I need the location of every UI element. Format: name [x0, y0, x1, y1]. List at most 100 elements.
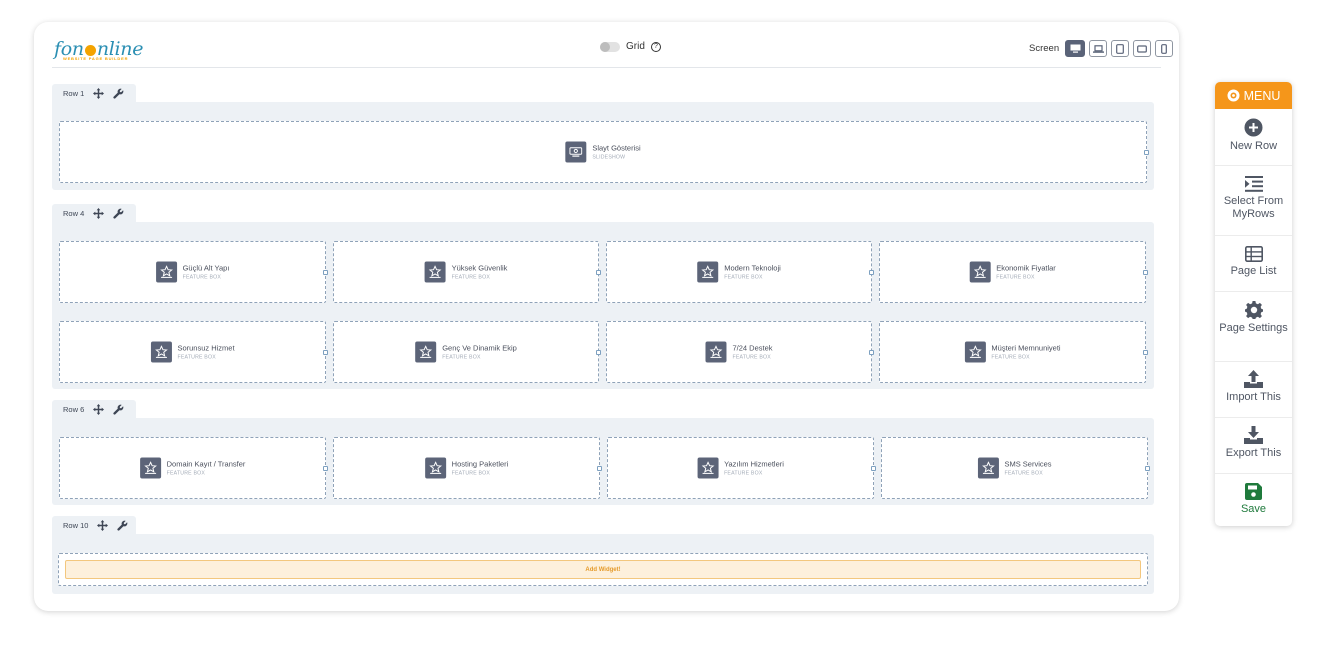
star-icon — [697, 457, 719, 479]
widget-box[interactable]: Sorunsuz Hizmet FEATURE BOX — [59, 321, 328, 383]
widget-feature-box: Hosting Paketleri FEATURE BOX — [424, 457, 509, 479]
widget-title: Sorunsuz Hizmet — [177, 343, 235, 353]
wrench-icon[interactable] — [113, 88, 124, 99]
tablet-landscape-icon[interactable] — [1133, 40, 1151, 57]
widget-type: FEATURE BOX — [182, 274, 221, 281]
widget-title: Müşteri Memnuniyeti — [991, 343, 1061, 353]
widget-slideshow: Slayt Gösterisi SLIDESHOW — [565, 141, 641, 163]
slideshow-icon — [565, 141, 587, 163]
widget-feature-box: Yüksek Güvenlik FEATURE BOX — [424, 261, 507, 283]
resize-handle[interactable] — [323, 466, 328, 471]
new-row-button[interactable]: New Row — [1215, 109, 1292, 165]
save-icon — [1245, 483, 1262, 500]
resize-handle[interactable] — [869, 270, 874, 275]
select-from-myrows-button[interactable]: Select From MyRows — [1215, 165, 1292, 235]
wrench-icon[interactable] — [113, 404, 124, 415]
resize-handle[interactable] — [323, 270, 328, 275]
screen-size-selector — [1065, 40, 1173, 57]
mobile-icon[interactable] — [1155, 40, 1173, 57]
plus-circle-icon — [1244, 118, 1263, 137]
save-button[interactable]: Save — [1215, 473, 1292, 526]
builder-toolbar: fon nline WEBSITE PAGE BUILDER Grid ? Scr… — [52, 32, 1173, 68]
widget-box[interactable]: Slayt Gösterisi SLIDESHOW — [59, 121, 1149, 183]
widget-title: Ekonomik Fiyatlar — [996, 263, 1056, 273]
page-canvas: fon nline WEBSITE PAGE BUILDER Grid ? Scr… — [0, 0, 1321, 653]
side-menu: MENU New Row Select From MyRows Page Lis… — [1215, 82, 1292, 526]
menu-item-label: Page Settings — [1219, 322, 1288, 334]
page-settings-button[interactable]: Page Settings — [1215, 291, 1292, 361]
widget-title: Genç Ve Dinamik Ekip — [442, 343, 517, 353]
wrench-icon[interactable] — [117, 520, 128, 531]
empty-column: Add Widget! — [58, 553, 1148, 586]
widget-box[interactable]: Domain Kayıt / Transfer FEATURE BOX — [59, 437, 328, 499]
wrench-icon[interactable] — [113, 208, 124, 219]
widget-box[interactable]: SMS Services FEATURE BOX — [881, 437, 1150, 499]
resize-handle[interactable] — [597, 466, 602, 471]
star-icon — [415, 341, 437, 363]
widget-box[interactable]: Ekonomik Fiyatlar FEATURE BOX — [879, 241, 1148, 303]
laptop-icon[interactable] — [1089, 40, 1107, 57]
resize-handle[interactable] — [871, 466, 876, 471]
gear-icon — [1244, 301, 1263, 319]
widget-feature-box: Modern Teknoloji FEATURE BOX — [697, 261, 781, 283]
widget-feature-box: Yazılım Hizmetleri FEATURE BOX — [697, 457, 784, 479]
star-icon — [424, 261, 446, 283]
grid-switch[interactable] — [600, 41, 620, 52]
move-icon[interactable] — [93, 207, 105, 219]
widget-type: FEATURE BOX — [177, 354, 216, 361]
resize-handle[interactable] — [596, 350, 601, 355]
widget-type: FEATURE BOX — [724, 470, 763, 477]
star-icon — [139, 457, 161, 479]
import-this-button[interactable]: Import This — [1215, 361, 1292, 417]
resize-handle[interactable] — [323, 350, 328, 355]
widget-box[interactable]: Müşteri Memnuniyeti FEATURE BOX — [879, 321, 1148, 383]
widget-box[interactable]: Genç Ve Dinamik Ekip FEATURE BOX — [333, 321, 601, 383]
tablet-icon[interactable] — [1111, 40, 1129, 57]
row-header: Row 6 — [52, 400, 136, 418]
desktop-icon[interactable] — [1065, 40, 1085, 57]
widget-box[interactable]: Güçlü Alt Yapı FEATURE BOX — [59, 241, 328, 303]
move-icon[interactable] — [93, 403, 105, 415]
widget-box[interactable]: Yüksek Güvenlik FEATURE BOX — [333, 241, 601, 303]
add-widget-button[interactable]: Add Widget! — [65, 560, 1141, 579]
resize-handle[interactable] — [1145, 466, 1150, 471]
widget-title: Yazılım Hizmetleri — [724, 459, 784, 469]
row-label: Row 1 — [63, 88, 85, 98]
resize-handle[interactable] — [869, 350, 874, 355]
widget-title: Hosting Paketleri — [451, 459, 509, 469]
indent-list-icon — [1244, 176, 1263, 192]
row-header: Row 4 — [52, 204, 136, 222]
widget-type: SLIDESHOW — [592, 154, 626, 161]
widget-box[interactable]: Yazılım Hizmetleri FEATURE BOX — [607, 437, 876, 499]
move-icon[interactable] — [93, 87, 105, 99]
resize-handle[interactable] — [1144, 150, 1149, 155]
eye-icon — [1227, 89, 1240, 102]
widget-type: FEATURE BOX — [451, 470, 491, 477]
resize-handle[interactable] — [1143, 350, 1148, 355]
export-this-button[interactable]: Export This — [1215, 417, 1292, 473]
widget-feature-box: Sorunsuz Hizmet FEATURE BOX — [150, 341, 235, 363]
widget-feature-box: 7/24 Destek FEATURE BOX — [705, 341, 773, 363]
download-icon — [1244, 426, 1263, 444]
star-icon — [705, 341, 727, 363]
widget-feature-box: Müşteri Memnuniyeti FEATURE BOX — [964, 341, 1061, 363]
row-body: Güçlü Alt Yapı FEATURE BOX Yüksek Güvenli… — [52, 222, 1154, 389]
menu-item-label: New Row — [1229, 140, 1278, 152]
resize-handle[interactable] — [596, 270, 601, 275]
star-icon — [697, 261, 719, 283]
menu-header[interactable]: MENU — [1215, 82, 1292, 109]
grid-toggle[interactable]: Grid ? — [600, 41, 661, 52]
star-icon — [964, 341, 986, 363]
star-icon — [977, 457, 999, 479]
widget-box[interactable]: Modern Teknoloji FEATURE BOX — [606, 241, 874, 303]
page-list-button[interactable]: Page List — [1215, 235, 1292, 291]
row-header: Row 10 — [52, 516, 136, 534]
row-label: Row 6 — [63, 404, 85, 414]
row-label: Row 4 — [63, 208, 85, 218]
widget-box[interactable]: Hosting Paketleri FEATURE BOX — [333, 437, 602, 499]
help-icon[interactable]: ? — [650, 41, 661, 52]
move-icon[interactable] — [97, 519, 109, 531]
widget-feature-box: SMS Services FEATURE BOX — [977, 457, 1052, 479]
resize-handle[interactable] — [1143, 270, 1148, 275]
widget-box[interactable]: 7/24 Destek FEATURE BOX — [606, 321, 874, 383]
